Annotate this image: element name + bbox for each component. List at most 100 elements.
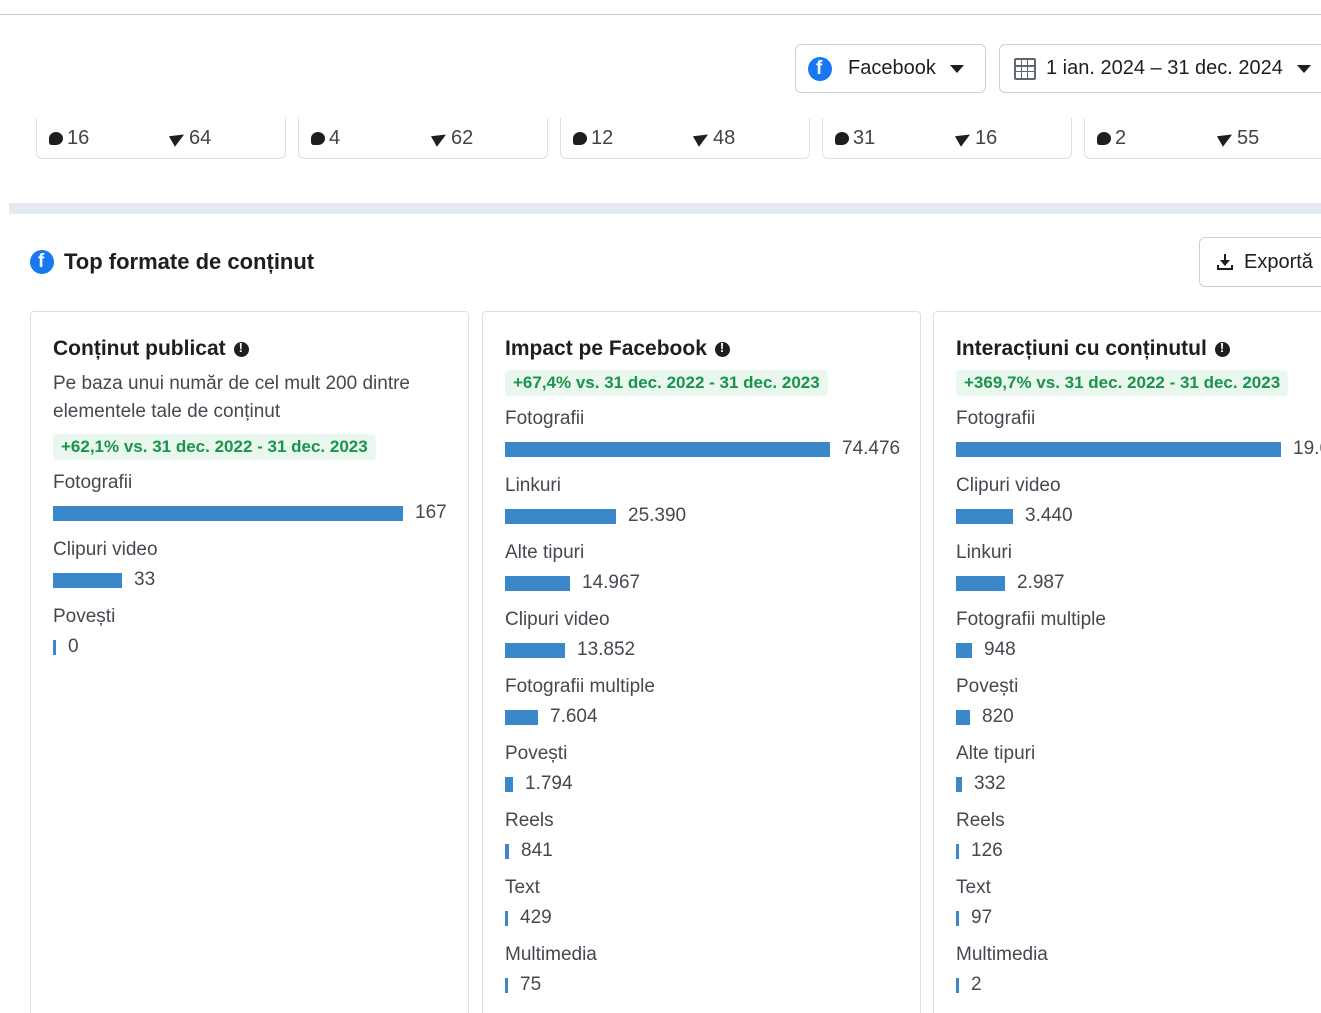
bar-row-value: 0 [68,636,79,657]
bar-row-label: Linkuri [505,475,561,496]
bar-row-label: Povești [53,606,116,627]
info-icon[interactable] [233,340,249,357]
bar-row-label: Clipuri video [956,475,1061,496]
bar-row-label: Clipuri video [505,609,610,630]
bar-row: Multimedia 75 [505,940,898,1007]
bar-row-value: 1.794 [525,773,573,794]
comment-count: 4 [311,127,340,150]
bar [956,977,959,993]
bar-row-value: 7.604 [550,706,598,727]
comment-count-value: 31 [853,126,876,149]
bar-row-line: 13.852 [505,635,898,665]
bar-row-line: 2 [956,970,1321,1000]
post-stat-card[interactable]: 31 16 [822,118,1072,159]
bar-row: Clipuri video 13.852 [505,605,898,672]
bar-row-label: Alte tipuri [956,743,1036,764]
bar-row: Povești 820 [956,672,1321,739]
bar-row-line: 167 [53,498,447,528]
bar [956,910,959,926]
comment-count: 2 [1097,127,1126,150]
bar [956,441,1281,457]
info-icon[interactable] [714,340,730,357]
bar-row-line: 126 [956,836,1321,866]
share-count-value: 62 [451,126,474,149]
section-header: Top formate de conținut [30,249,314,275]
comment-count-value: 2 [1115,126,1127,149]
share-count: 48 [692,127,809,150]
bar-row: Reels 841 [505,806,898,873]
bar [956,575,1005,591]
bar-row-label: Fotografii [505,408,585,429]
bar-row: Clipuri video 33 [53,535,446,602]
platform-dropdown[interactable]: Facebook [795,44,986,93]
share-icon [168,129,188,147]
bar-row-value: 332 [974,773,1006,794]
bar [53,639,56,655]
bar-row: Multimedia 2 [956,940,1321,1007]
post-stats-row: 16 64 4 62 12 48 31 16 2 55 [36,118,1321,159]
post-stat-card[interactable]: 12 48 [560,118,810,159]
bar-row-value: 74.476 [842,438,901,459]
bar-list: Fotografii 167 Clipuri video 33 Povești 0 [53,468,447,669]
bar-row: Povești 0 [53,602,446,669]
bar-row: Reels 126 [956,806,1321,873]
panel-title: Conținut publicat [53,336,446,362]
bar-row-line: 25.390 [505,501,898,531]
export-label: Exportă [1244,250,1313,273]
post-stat-card[interactable]: 4 62 [298,118,548,159]
share-count: 64 [168,127,285,150]
share-count: 62 [430,126,547,150]
share-count: 55 [1216,127,1321,150]
bar-row-value: 167 [415,502,447,523]
bar-row-value: 3.440 [1025,505,1073,526]
share-icon [1216,129,1236,147]
bar-row-value: 19.6 [1293,438,1321,459]
bar-row-line: 841 [505,836,898,866]
bar-row: Fotografii 167 [53,468,447,535]
bar [505,910,508,926]
section-title: Top formate de conținut [64,249,315,274]
info-icon[interactable] [1214,340,1230,357]
comment-count-value: 4 [329,126,341,149]
bar-row-label: Fotografii [53,472,133,493]
panel-title: Interacțiuni cu conținutul [956,336,1321,362]
bar-row-value: 2 [971,974,982,995]
bar [505,977,508,993]
bar-row-line: 97 [956,903,1321,933]
bar-row-line: 1.794 [505,769,898,799]
share-count-value: 16 [975,126,998,149]
bar-row-value: 13.852 [577,639,636,660]
bar-row-label: Multimedia [956,944,1048,965]
facebook-icon [808,56,832,81]
comment-count: 16 [49,127,89,150]
bar [956,843,959,859]
bar-row: Povești 1.794 [505,739,898,806]
bar-row-line: 33 [53,565,446,595]
change-badge: +62,1% vs. 31 dec. 2022 - 31 dec. 2023 [53,434,376,460]
bar-row: Text 429 [505,873,898,940]
bar-row-line: 948 [956,635,1321,665]
comment-icon [311,131,325,145]
bar-row-label: Linkuri [956,542,1012,563]
bar-row-line: 14.967 [505,568,898,598]
export-button[interactable]: Exportă [1199,237,1321,287]
date-range-dropdown[interactable]: 1 ian. 2024 – 31 dec. 2024 [999,44,1321,93]
date-range-label: 1 ian. 2024 – 31 dec. 2024 [1046,57,1283,79]
bar-row-line: 74.476 [505,434,901,464]
bar [505,642,565,658]
chevron-down-icon [949,64,964,73]
bar [956,776,962,792]
change-badge: +67,4% vs. 31 dec. 2022 - 31 dec. 2023 [505,370,828,396]
bar-row-label: Reels [956,810,1005,831]
section-divider [9,203,1321,214]
bar [505,843,509,859]
bar [53,572,122,588]
panel-content-interactions: Interacțiuni cu conținutul +369,7% vs. 3… [933,311,1321,1013]
share-icon [430,129,450,147]
post-stat-card[interactable]: 16 64 [36,118,286,159]
facebook-icon [30,250,54,274]
bar [505,575,570,591]
bar-row-line: 332 [956,769,1321,799]
post-stat-card[interactable]: 2 55 [1084,118,1321,159]
download-icon [1216,253,1234,271]
